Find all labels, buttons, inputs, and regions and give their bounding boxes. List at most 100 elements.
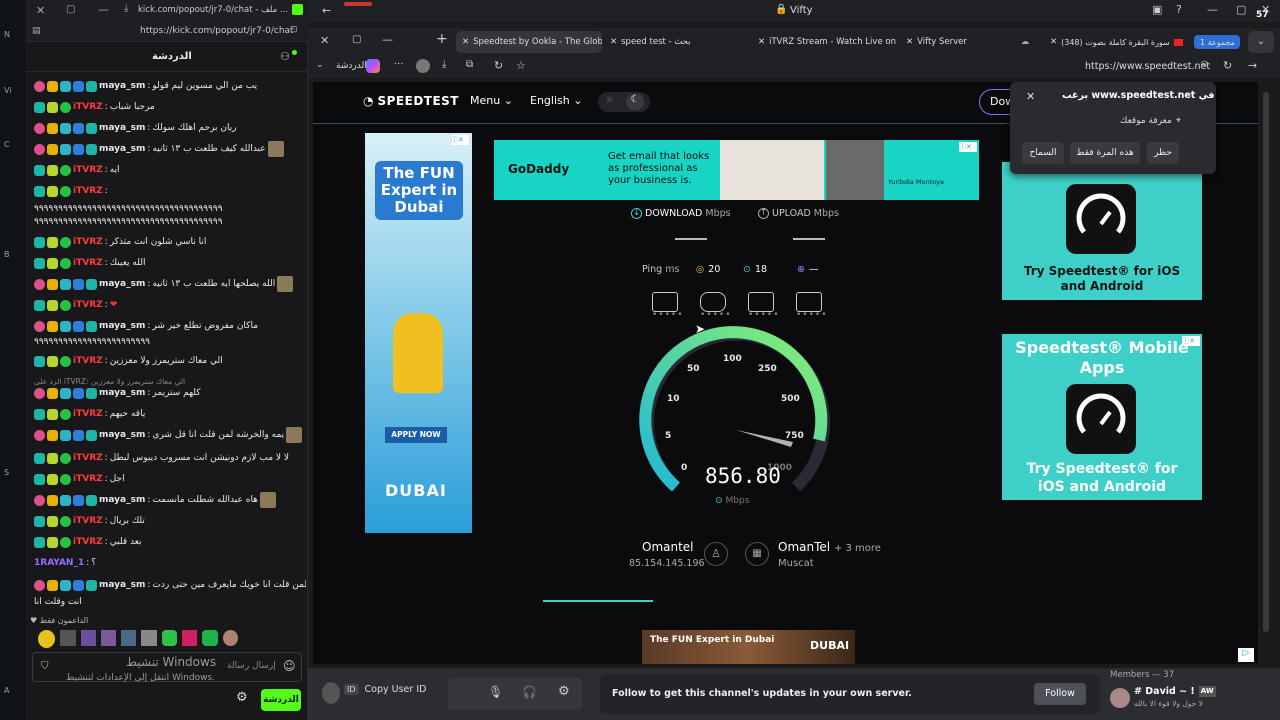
member-name[interactable]: # David ~ ! AW bbox=[1134, 686, 1216, 697]
close-icon[interactable]: ✕ bbox=[36, 4, 45, 17]
page-scrollbar[interactable] bbox=[1262, 82, 1270, 664]
emote-icon[interactable] bbox=[80, 630, 96, 646]
chat-username[interactable]: maya_sm bbox=[99, 388, 145, 398]
minimize-icon[interactable]: — bbox=[98, 3, 109, 16]
forward-arrow-icon[interactable]: → bbox=[1248, 59, 1257, 72]
chat-message[interactable]: iTVRZ: اجل bbox=[34, 469, 306, 489]
close-icon[interactable]: ✕ bbox=[610, 37, 617, 47]
ad-choices-icon[interactable]: ▷ bbox=[1238, 648, 1254, 662]
emote-icon[interactable] bbox=[182, 630, 198, 646]
apply-now-button[interactable]: APPLY NOW bbox=[385, 427, 447, 443]
profile-avatar[interactable] bbox=[416, 59, 430, 73]
tab-speed-test-search[interactable]: ✕ speed test - بحث ⌕ bbox=[604, 31, 750, 53]
chat-username[interactable]: iTVRZ bbox=[73, 356, 103, 366]
emote-icon[interactable] bbox=[202, 630, 218, 646]
allow-once-button[interactable]: هذه المرة فقط bbox=[1070, 142, 1140, 164]
chat-message[interactable]: iTVRZ: ايه bbox=[34, 160, 306, 180]
chat-message[interactable]: iTVRZ: الله يعينك bbox=[34, 253, 306, 273]
more-icon[interactable]: ··· bbox=[394, 59, 404, 70]
users-icon[interactable]: ⚇ bbox=[280, 50, 290, 63]
scrollbar-thumb[interactable] bbox=[1263, 92, 1269, 632]
chat-message[interactable]: iTVRZ: الي معاك ستريمرز ولا معززين bbox=[34, 351, 306, 371]
close-icon[interactable]: ✕ bbox=[320, 34, 329, 47]
emote-icon[interactable] bbox=[161, 630, 178, 646]
close-icon[interactable]: ✕ bbox=[1050, 37, 1057, 47]
follow-button[interactable]: Follow bbox=[1034, 683, 1086, 705]
speedtest-app-ad-1[interactable]: Try Speedtest® for iOS and Android bbox=[1002, 162, 1202, 300]
chat-username[interactable]: iTVRZ bbox=[73, 165, 103, 175]
site-info-icon[interactable]: ⊜ bbox=[1200, 59, 1208, 70]
language-button[interactable]: English ⌄ bbox=[530, 94, 582, 107]
emote-icon[interactable] bbox=[100, 630, 117, 646]
chat-username[interactable]: maya_sm bbox=[99, 321, 145, 331]
avatar[interactable] bbox=[1110, 688, 1130, 708]
chat-username[interactable]: iTVRZ bbox=[73, 186, 103, 196]
server-more-link[interactable]: + 3 more bbox=[834, 543, 881, 554]
menu-button[interactable]: Menu ⌄ bbox=[470, 94, 513, 107]
ad-info-icon[interactable]: ⓘ✕ bbox=[451, 135, 469, 145]
settings-gear-icon[interactable]: ⚙ bbox=[558, 684, 570, 699]
dubai-ad[interactable]: The FUN Expert in Dubai APPLY NOW DUBAI … bbox=[365, 133, 472, 533]
back-arrow-icon[interactable]: ← bbox=[322, 4, 331, 17]
copy-user-id-menu-item[interactable]: ID Copy User ID bbox=[344, 684, 426, 695]
chat-message[interactable]: maya_sm: عبدالله كيف طلعت ب ١٣ ثانيه bbox=[34, 139, 306, 159]
chat-message[interactable]: iTVRZ: تلك بريال bbox=[34, 511, 306, 531]
chat-username[interactable]: maya_sm bbox=[99, 279, 145, 289]
ad-info-icon[interactable]: ⓘ✕ bbox=[959, 142, 977, 152]
chat-message[interactable]: iTVRZ: ❤ bbox=[34, 295, 306, 315]
chat-username[interactable]: iTVRZ bbox=[73, 516, 103, 526]
new-tab-icon[interactable]: + bbox=[436, 31, 448, 47]
sidebar-chat-label[interactable]: الدردشة bbox=[336, 61, 367, 71]
chat-message[interactable]: maya_sm: يب من الي مسوين ليم قولو bbox=[34, 76, 306, 96]
emote-icon[interactable] bbox=[141, 630, 157, 646]
kick-address-bar[interactable]: ▤ https://kick.com/popout/jr7-0/chat ⊡ bbox=[26, 22, 308, 42]
dubai-bottom-ad[interactable]: The FUN Expert in Dubai DUBAI bbox=[642, 630, 855, 664]
chat-message[interactable]: انت وقلت انا bbox=[34, 592, 306, 612]
chat-username[interactable]: maya_sm bbox=[99, 580, 145, 590]
chat-username[interactable]: 1RAYAN_1 bbox=[34, 558, 84, 568]
emote-icon[interactable] bbox=[38, 630, 56, 648]
chat-message[interactable]: ٩٩٩٩٩٩٩٩٩٩٩٩٩٩٩٩٩٩٩٩٩٩٩٩ bbox=[34, 332, 306, 352]
theme-toggle[interactable]: ☼ ☾ bbox=[598, 92, 650, 112]
refresh-icon[interactable]: ↻ bbox=[494, 59, 503, 72]
allow-button[interactable]: السماح bbox=[1022, 142, 1064, 164]
reload-icon[interactable]: ↻ bbox=[1223, 59, 1232, 72]
settings-gear-icon[interactable]: ⚙ bbox=[236, 690, 248, 705]
help-icon[interactable]: ? bbox=[1176, 3, 1182, 16]
chevron-down-icon[interactable]: ⌄ bbox=[316, 60, 324, 70]
close-icon[interactable]: ✕ bbox=[1026, 90, 1035, 103]
emote-icon[interactable] bbox=[60, 630, 76, 646]
tab-vifty-server[interactable]: ✕ Vifty Server ☁ bbox=[900, 31, 1030, 53]
ad-info-icon[interactable]: ⓘ✕ bbox=[1182, 336, 1200, 346]
microphone-icon[interactable]: 🎙 bbox=[488, 685, 503, 699]
copilot-icon[interactable] bbox=[366, 59, 380, 73]
server-name[interactable]: OmanTel + 3 more bbox=[778, 540, 881, 554]
speedtest-app-ad-2[interactable]: Speedtest® Mobile Apps Try Speedtest® fo… bbox=[1002, 334, 1202, 500]
emote-icon[interactable] bbox=[121, 630, 137, 646]
chat-message[interactable]: ٩٩٩٩٩٩٩٩٩٩٩٩٩٩٩٩٩٩٩٩٩٩٩٩٩٩٩٩٩٩٩٩٩٩٩٩٩٩٩ bbox=[34, 212, 306, 232]
chat-message[interactable]: 1RAYAN_1: ؟ bbox=[34, 553, 306, 573]
close-icon[interactable]: ✕ bbox=[906, 37, 913, 47]
chat-username[interactable]: maya_sm bbox=[99, 81, 145, 91]
download-icon[interactable]: ⤓ bbox=[442, 59, 446, 70]
emote-icon[interactable] bbox=[222, 630, 239, 646]
chat-username[interactable]: iTVRZ bbox=[73, 409, 103, 419]
godaddy-ad[interactable]: GoDaddy Get email that looks as professi… bbox=[494, 140, 979, 200]
chat-message[interactable]: iTVRZ: لا لا مب لازم دونيشن انت مسروب ديب… bbox=[34, 448, 306, 468]
chat-message[interactable]: maya_sm: ربان برحم اهلك سولك bbox=[34, 118, 306, 138]
minimize-icon[interactable]: — bbox=[1207, 3, 1218, 16]
emoji-icon[interactable]: ☺ bbox=[283, 659, 296, 673]
send-chat-button[interactable]: الدردشة bbox=[261, 689, 301, 711]
tab-itvrz-stream[interactable]: ✕ iTVRZ Stream - Watch Live on K bbox=[752, 31, 898, 53]
extensions-icon[interactable]: ⧉ bbox=[466, 59, 473, 70]
chat-username[interactable]: iTVRZ bbox=[73, 258, 103, 268]
headphones-icon[interactable]: 🎧 bbox=[522, 685, 537, 699]
chat-username[interactable]: iTVRZ bbox=[73, 237, 103, 247]
chat-message[interactable]: maya_sm: الله يصلحها ايه طلعت ب ١٣ ثانيه bbox=[34, 274, 306, 294]
tab-quran[interactable]: ✕ سورة البقرة كاملة بصوت (348) bbox=[1044, 31, 1196, 53]
chat-username[interactable]: iTVRZ bbox=[73, 474, 103, 484]
chat-message[interactable]: iTVRZ: مرحبا شباب bbox=[34, 97, 306, 117]
chat-message[interactable]: maya_sm: هاه عبدالله شطلت مانسمت bbox=[34, 490, 306, 510]
chat-username[interactable]: iTVRZ bbox=[73, 102, 103, 112]
picture-in-picture-icon[interactable]: ▣ bbox=[1152, 3, 1162, 16]
